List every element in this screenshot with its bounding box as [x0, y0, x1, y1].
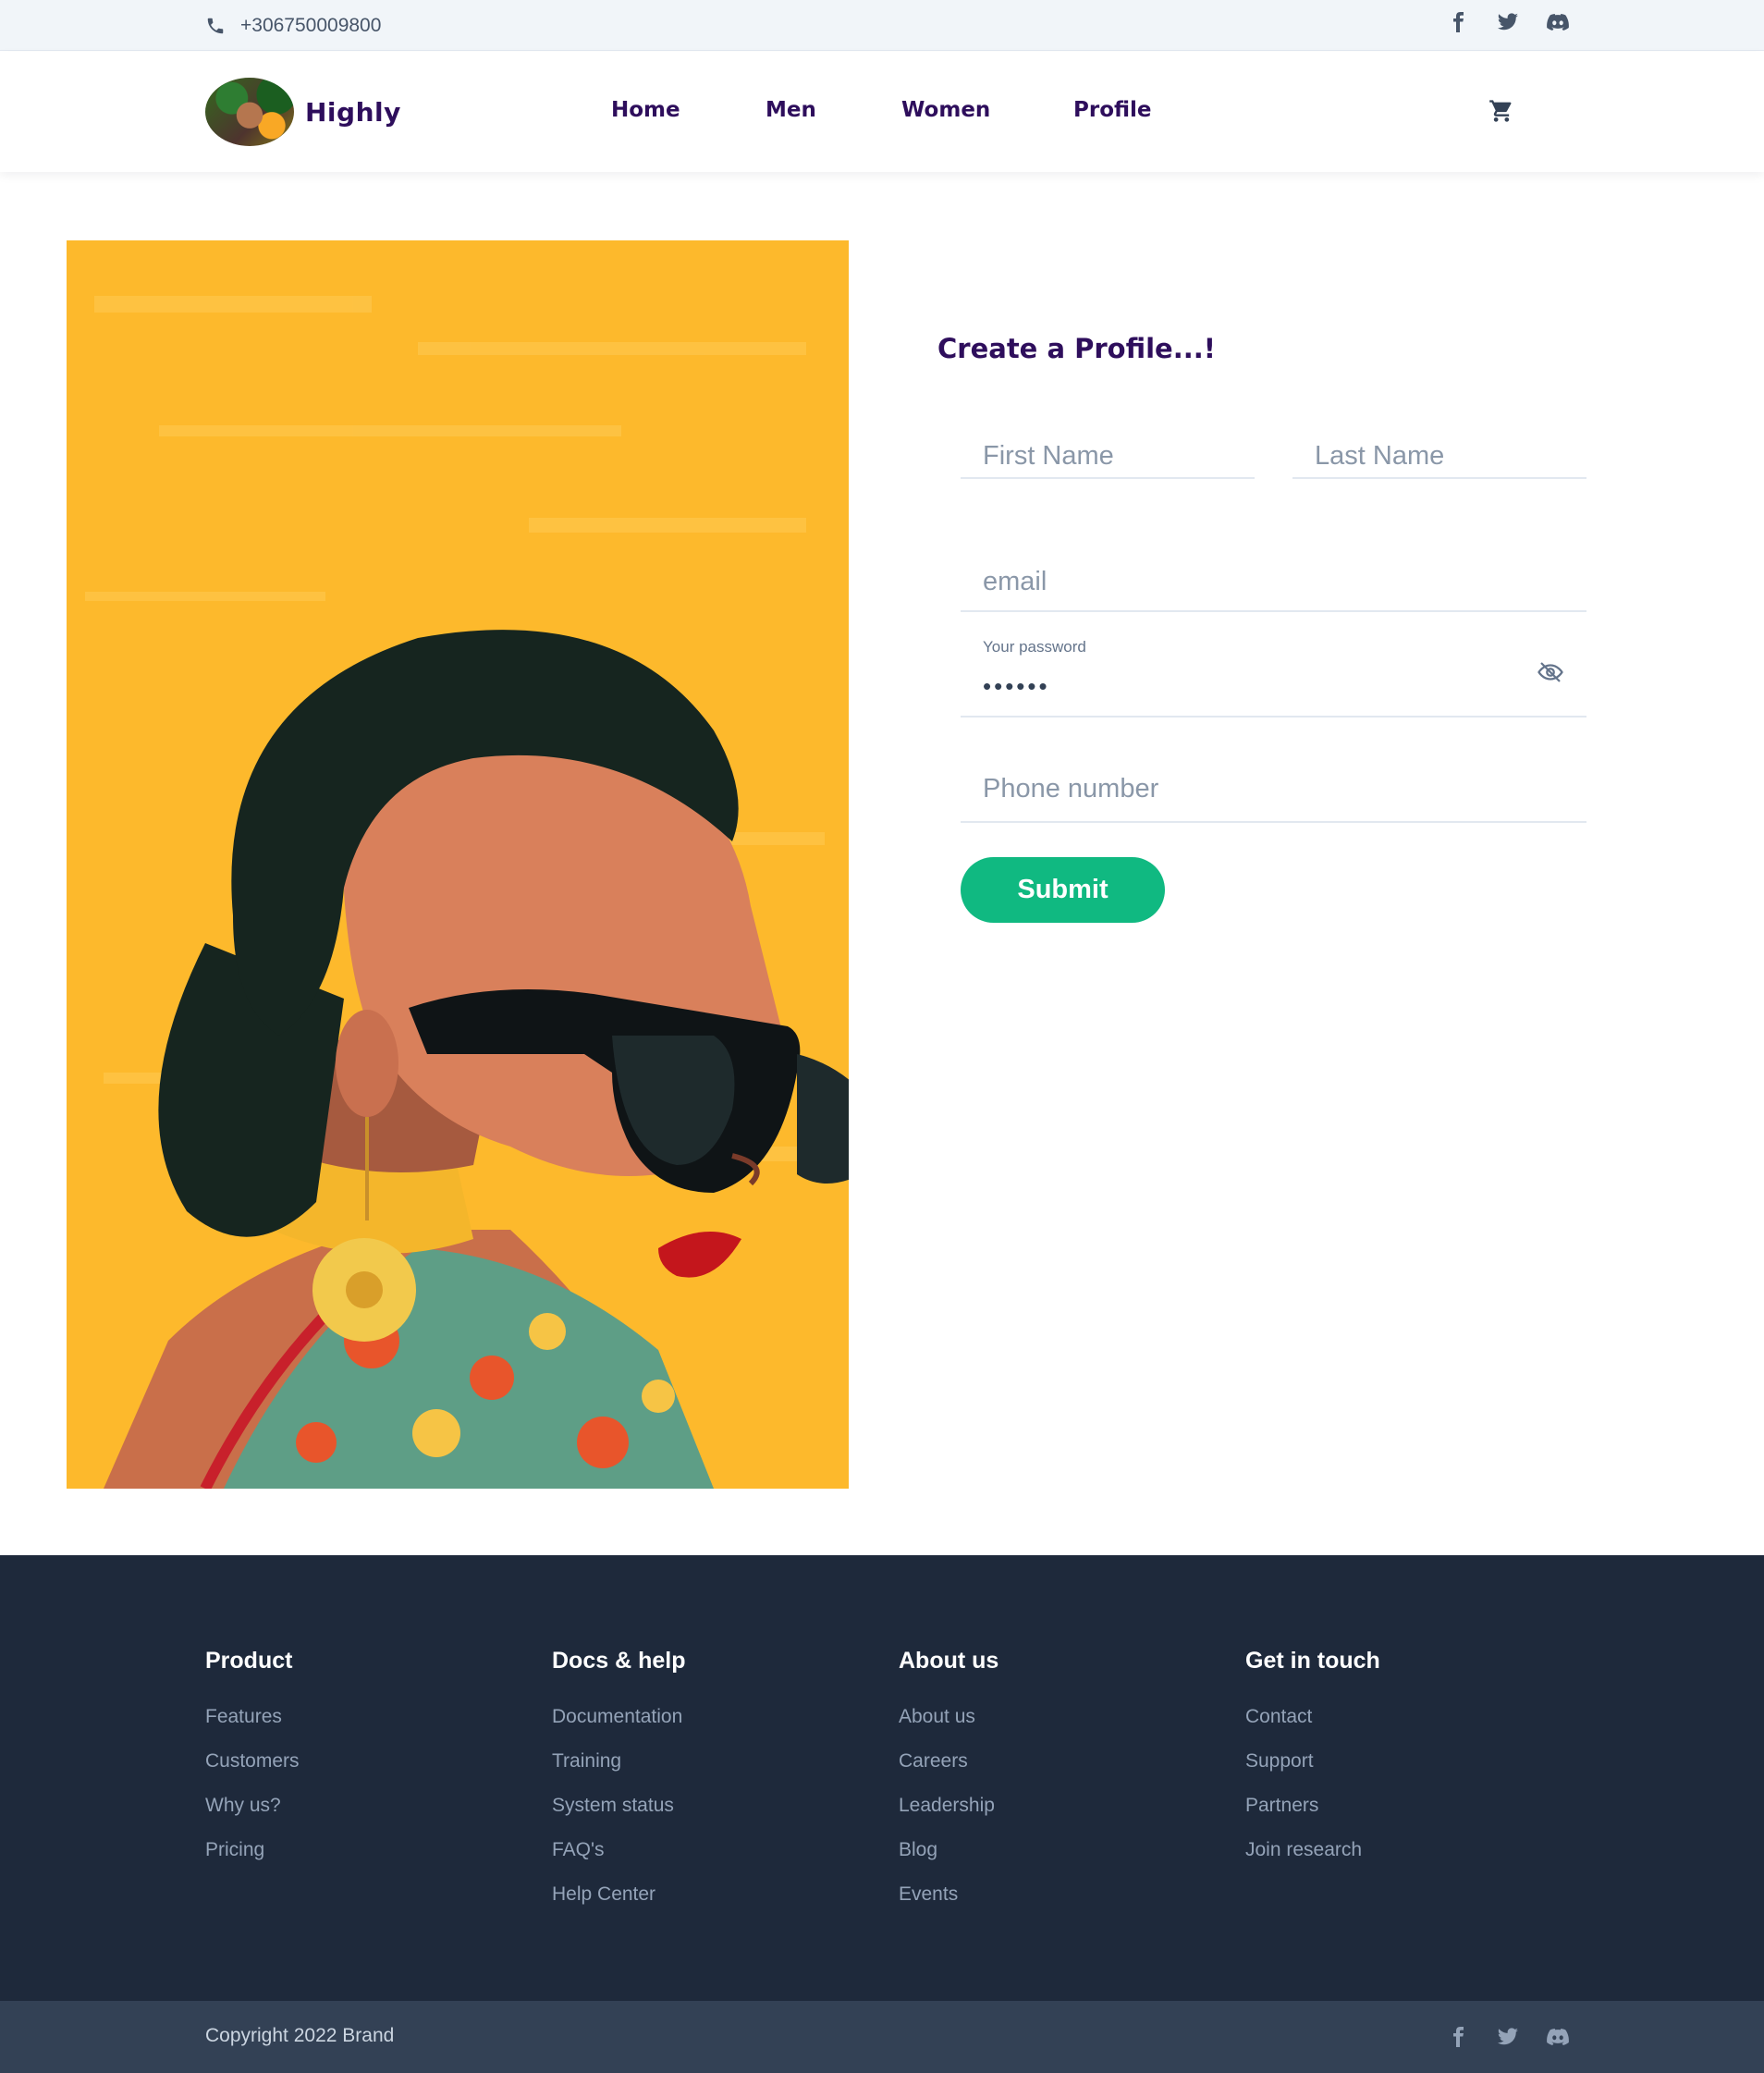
- footer-link-partners[interactable]: Partners: [1245, 1793, 1380, 1818]
- brand-logo: [205, 78, 294, 146]
- phone-contact[interactable]: +306750009800: [205, 15, 381, 37]
- nav-men[interactable]: Men: [766, 98, 816, 122]
- footer-column-title: Docs & help: [552, 1648, 686, 1674]
- phone-number: +306750009800: [240, 15, 382, 36]
- eye-off-icon[interactable]: [1537, 658, 1564, 686]
- password-input[interactable]: [961, 668, 1586, 705]
- footer-link-system-status[interactable]: System status: [552, 1793, 685, 1818]
- form-title: Create a Profile...!: [937, 333, 1216, 364]
- nav-women[interactable]: Women: [901, 98, 990, 122]
- footer-link-events[interactable]: Events: [899, 1882, 998, 1907]
- phone-input[interactable]: [961, 756, 1586, 821]
- footer-link-why-us[interactable]: Why us?: [205, 1793, 300, 1818]
- footer-column-title: About us: [899, 1648, 999, 1674]
- social-links-footer: [1446, 2025, 1570, 2049]
- footer-bottom-bar: Copyright 2022 Brand: [0, 2001, 1764, 2073]
- copyright-text: Copyright 2022 Brand: [205, 2025, 395, 2046]
- footer-link-careers[interactable]: Careers: [899, 1748, 998, 1773]
- email-input[interactable]: [961, 553, 1586, 610]
- footer-link-contact[interactable]: Contact: [1245, 1704, 1380, 1729]
- last-name-field: [1292, 435, 1586, 479]
- footer-link-faqs[interactable]: FAQ's: [552, 1837, 685, 1862]
- cart-icon[interactable]: [1488, 98, 1514, 124]
- last-name-input[interactable]: [1292, 435, 1586, 477]
- footer-column-title: Get in touch: [1245, 1648, 1380, 1674]
- footer-column-contact: Get in touch Contact Support Partners Jo…: [1245, 1648, 1380, 1882]
- footer-link-leadership[interactable]: Leadership: [899, 1793, 998, 1818]
- footer-link-help-center[interactable]: Help Center: [552, 1882, 685, 1907]
- hero-illustration: [67, 240, 849, 1489]
- first-name-field: [961, 435, 1255, 479]
- password-label: Your password: [983, 638, 1086, 656]
- footer-column-about: About us About us Careers Leadership Blo…: [899, 1648, 998, 1926]
- first-name-input[interactable]: [961, 435, 1255, 477]
- footer-link-blog[interactable]: Blog: [899, 1837, 998, 1862]
- twitter-icon[interactable]: [1496, 10, 1520, 34]
- site-footer: Product Features Customers Why us? Prici…: [0, 1555, 1764, 2001]
- phone-field: [961, 756, 1586, 823]
- site-header: Highly Home Men Women Profile: [0, 52, 1764, 172]
- discord-icon[interactable]: [1546, 2025, 1570, 2049]
- footer-link-support[interactable]: Support: [1245, 1748, 1380, 1773]
- password-field: Your password: [961, 621, 1586, 718]
- footer-link-about-us[interactable]: About us: [899, 1704, 998, 1729]
- footer-link-features[interactable]: Features: [205, 1704, 300, 1729]
- facebook-icon[interactable]: [1446, 2025, 1470, 2049]
- brand-name: Highly: [305, 96, 401, 128]
- submit-button[interactable]: Submit: [961, 857, 1165, 923]
- twitter-icon[interactable]: [1496, 2025, 1520, 2049]
- discord-icon[interactable]: [1546, 10, 1570, 34]
- footer-link-documentation[interactable]: Documentation: [552, 1704, 685, 1729]
- social-links-top: [1446, 10, 1570, 34]
- nav-home[interactable]: Home: [611, 98, 680, 122]
- footer-column-docs: Docs & help Documentation Training Syste…: [552, 1648, 685, 1926]
- nav-profile[interactable]: Profile: [1073, 98, 1152, 122]
- footer-column-title: Product: [205, 1648, 293, 1674]
- footer-link-training[interactable]: Training: [552, 1748, 685, 1773]
- facebook-icon[interactable]: [1446, 10, 1470, 34]
- brand-link[interactable]: Highly: [205, 78, 401, 146]
- email-field: [961, 553, 1586, 612]
- footer-link-join-research[interactable]: Join research: [1245, 1837, 1380, 1862]
- top-bar: +306750009800: [0, 0, 1764, 51]
- footer-column-product: Product Features Customers Why us? Prici…: [205, 1648, 300, 1882]
- footer-link-customers[interactable]: Customers: [205, 1748, 300, 1773]
- phone-icon: [207, 18, 224, 34]
- footer-link-pricing[interactable]: Pricing: [205, 1837, 300, 1862]
